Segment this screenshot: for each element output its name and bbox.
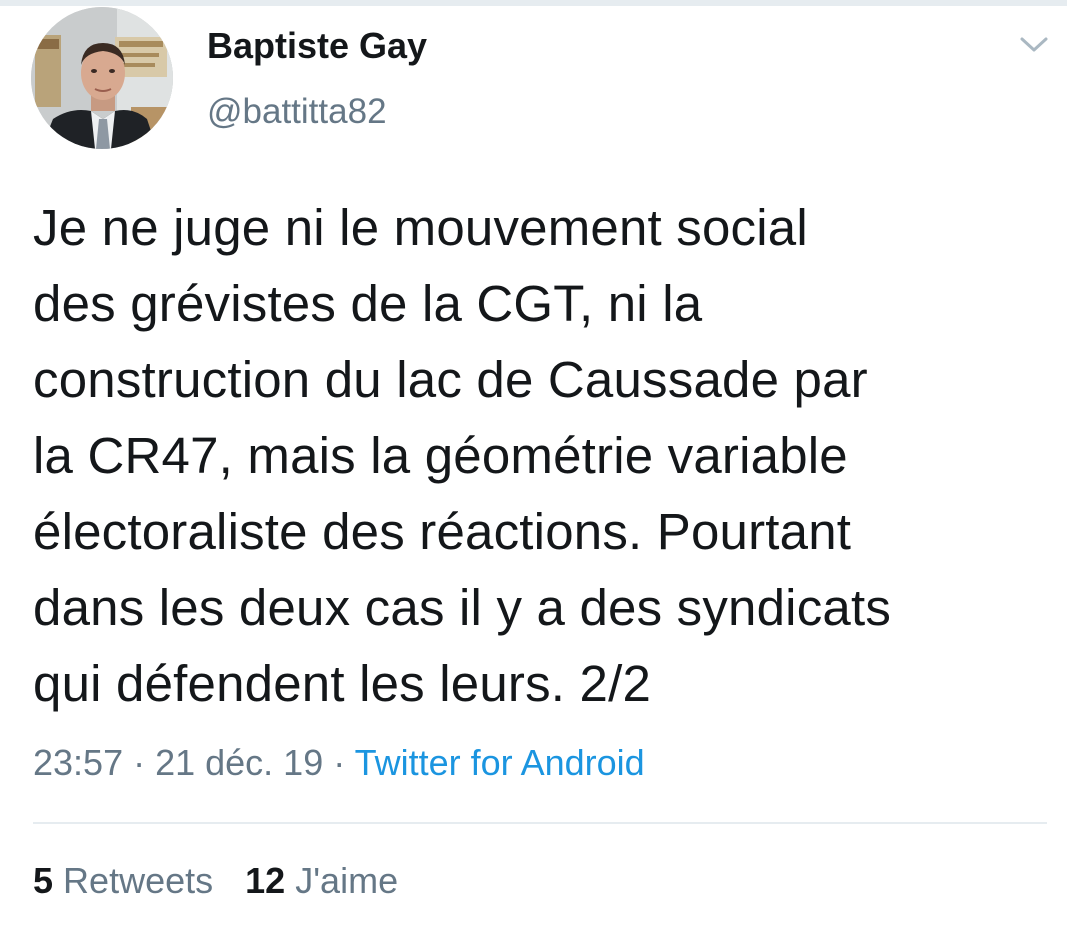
likes-count: 12 xyxy=(245,860,286,901)
likes-label: J'aime xyxy=(295,860,399,901)
tweet-text: Je ne juge ni le mouvement social des gr… xyxy=(33,199,892,712)
meta-separator: · xyxy=(123,742,156,783)
top-divider xyxy=(0,0,1067,6)
chevron-down-icon xyxy=(1020,37,1048,52)
tweet-meta: 23:57 · 21 déc. 19 · Twitter for Android xyxy=(33,740,645,786)
stats-divider xyxy=(33,822,1047,824)
likes-stat[interactable]: 12 J'aime xyxy=(245,858,398,904)
avatar[interactable] xyxy=(31,7,173,149)
tweet-date[interactable]: 21 déc. 19 xyxy=(155,742,323,783)
profile-photo-icon xyxy=(31,7,173,149)
retweets-stat[interactable]: 5 Retweets xyxy=(33,858,213,904)
author-handle[interactable]: @battitta82 xyxy=(207,90,387,134)
tweet-stats: 5 Retweets 12 J'aime xyxy=(33,858,398,904)
retweets-label: Retweets xyxy=(63,860,214,901)
tweet-menu-button[interactable] xyxy=(1014,30,1054,60)
author-display-name[interactable]: Baptiste Gay xyxy=(207,24,427,68)
tweet-time[interactable]: 23:57 xyxy=(33,742,123,783)
retweets-count: 5 xyxy=(33,860,54,901)
meta-separator: · xyxy=(323,742,355,783)
tweet-source-link[interactable]: Twitter for Android xyxy=(355,742,645,783)
